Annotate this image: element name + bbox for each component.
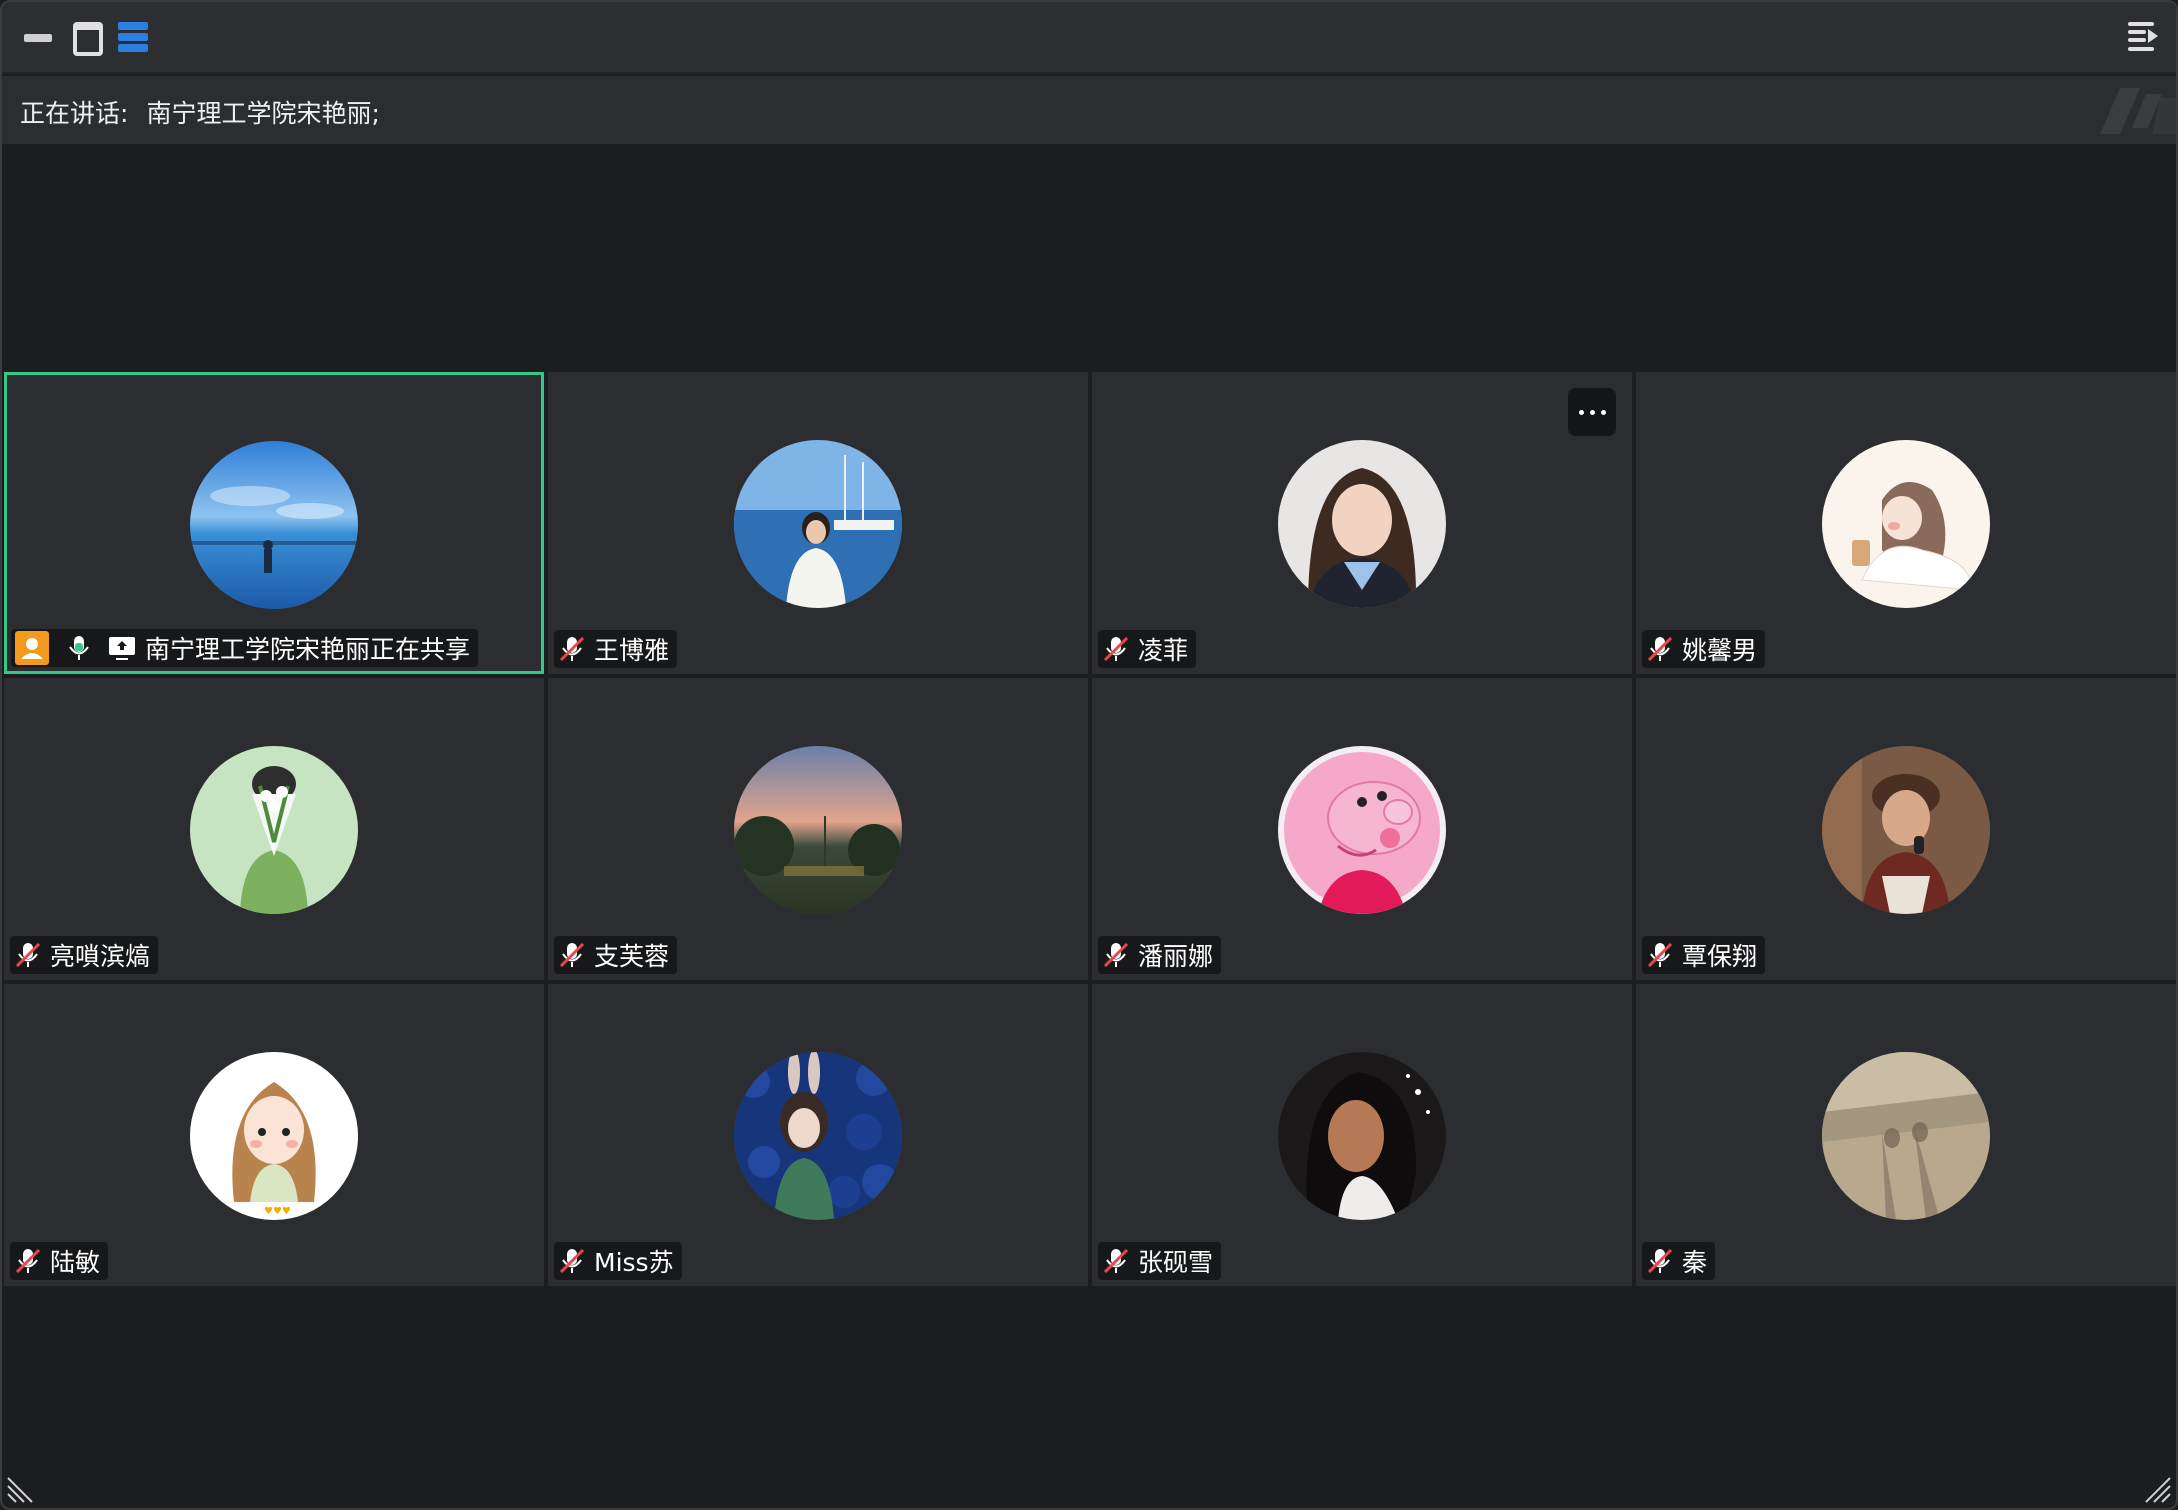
participant-tile[interactable]: Miss苏 bbox=[548, 984, 1088, 1286]
participant-name: 秦 bbox=[1682, 1248, 1708, 1277]
avatar bbox=[1822, 746, 1990, 914]
participant-tile[interactable]: 王博雅 bbox=[548, 372, 1088, 674]
title-bar bbox=[2, 2, 2176, 74]
mic-off-icon bbox=[559, 636, 585, 662]
brand-logo-icon bbox=[2100, 88, 2176, 134]
minimize-icon[interactable] bbox=[22, 20, 56, 54]
participant-tile[interactable]: 秦 bbox=[1636, 984, 2176, 1286]
avatar bbox=[190, 441, 358, 609]
name-bar: 覃保翔 bbox=[1642, 936, 1766, 974]
avatar bbox=[734, 1052, 902, 1220]
participant-name: 支芙蓉 bbox=[594, 942, 670, 971]
speaking-label: 正在讲话: bbox=[20, 99, 129, 128]
mic-off-icon bbox=[15, 1248, 41, 1274]
mic-off-icon bbox=[1103, 942, 1129, 968]
participant-name: Miss苏 bbox=[594, 1248, 674, 1277]
svg-text:♥♥♥: ♥♥♥ bbox=[264, 1206, 291, 1217]
mic-off-icon bbox=[1103, 1248, 1129, 1274]
participant-name: 张砚雪 bbox=[1138, 1248, 1214, 1277]
avatar bbox=[734, 440, 902, 608]
layout-list-icon[interactable] bbox=[116, 20, 150, 54]
participant-tile[interactable]: 亮嗩滨熇 bbox=[4, 678, 544, 980]
mic-off-icon bbox=[1103, 636, 1129, 662]
sidebar-menu-icon[interactable] bbox=[2124, 20, 2158, 54]
name-bar: 秦 bbox=[1642, 1242, 1716, 1280]
participant-name: 亮嗩滨熇 bbox=[50, 942, 151, 971]
mic-off-icon bbox=[1647, 942, 1673, 968]
name-bar: 潘丽娜 bbox=[1098, 936, 1222, 974]
mic-off-icon bbox=[559, 942, 585, 968]
participant-tile[interactable]: 支芙蓉 bbox=[548, 678, 1088, 980]
mic-off-icon bbox=[1647, 1248, 1673, 1274]
name-bar: 亮嗩滨熇 bbox=[10, 936, 159, 974]
avatar bbox=[1822, 1052, 1990, 1220]
shared-screen-area bbox=[2, 144, 2176, 370]
resize-handle-icon[interactable] bbox=[6, 1474, 36, 1504]
maximize-icon[interactable] bbox=[70, 20, 104, 56]
name-bar: 姚馨男 bbox=[1642, 630, 1766, 668]
participant-tile[interactable]: 张砚雪 bbox=[1092, 984, 1632, 1286]
mic-off-icon bbox=[1647, 636, 1673, 662]
speaking-indicator: 正在讲话: 南宁理工学院宋艳丽; bbox=[20, 94, 380, 130]
name-bar: 支芙蓉 bbox=[554, 936, 678, 974]
mic-off-icon bbox=[559, 1248, 585, 1274]
avatar bbox=[190, 746, 358, 914]
avatar bbox=[1278, 1052, 1446, 1220]
speaking-name: 南宁理工学院宋艳丽; bbox=[146, 99, 380, 128]
avatar bbox=[1278, 746, 1446, 914]
name-bar: 王博雅 bbox=[554, 630, 678, 668]
participant-tile[interactable]: 潘丽娜 bbox=[1092, 678, 1632, 980]
resize-handle-icon[interactable] bbox=[2142, 1474, 2172, 1504]
meeting-window: 正在讲话: 南宁理工学院宋艳丽; 南宁理工学院宋艳丽正在共享 王博雅 凌菲 姚馨… bbox=[0, 0, 2178, 1510]
participant-name: 潘丽娜 bbox=[1138, 942, 1214, 971]
more-options-button[interactable] bbox=[1568, 388, 1616, 436]
participant-name: 凌菲 bbox=[1138, 636, 1189, 665]
mic-on-icon bbox=[69, 636, 89, 660]
name-bar: 陆敏 bbox=[10, 1242, 109, 1280]
participant-tile[interactable]: ♥♥♥ 陆敏 bbox=[4, 984, 544, 1286]
name-bar: 凌菲 bbox=[1098, 630, 1197, 668]
avatar bbox=[734, 746, 902, 914]
screen-share-icon bbox=[109, 637, 135, 660]
participant-name: 姚馨男 bbox=[1682, 636, 1758, 665]
avatar: ♥♥♥ bbox=[190, 1052, 358, 1220]
participant-tile[interactable]: 南宁理工学院宋艳丽正在共享 bbox=[4, 372, 544, 674]
participant-tile[interactable]: 凌菲 bbox=[1092, 372, 1632, 674]
avatar bbox=[1822, 440, 1990, 608]
host-badge-icon bbox=[15, 631, 49, 665]
participant-tile[interactable]: 姚馨男 bbox=[1636, 372, 2176, 674]
mic-off-icon bbox=[15, 942, 41, 968]
participant-grid: 南宁理工学院宋艳丽正在共享 王博雅 凌菲 姚馨男 亮嗩滨熇 支芙蓉 潘丽娜 覃保… bbox=[4, 372, 2176, 1286]
avatar bbox=[1278, 440, 1446, 608]
participant-name: 南宁理工学院宋艳丽正在共享 bbox=[145, 635, 471, 664]
speaker-bar: 正在讲话: 南宁理工学院宋艳丽; bbox=[2, 76, 2176, 144]
participant-name: 王博雅 bbox=[594, 636, 670, 665]
participant-tile[interactable]: 覃保翔 bbox=[1636, 678, 2176, 980]
participant-name: 陆敏 bbox=[50, 1248, 101, 1277]
name-bar: 张砚雪 bbox=[1098, 1242, 1222, 1280]
name-bar: Miss苏 bbox=[554, 1242, 682, 1280]
participant-name: 覃保翔 bbox=[1682, 942, 1758, 971]
name-bar: 南宁理工学院宋艳丽正在共享 bbox=[11, 629, 479, 667]
